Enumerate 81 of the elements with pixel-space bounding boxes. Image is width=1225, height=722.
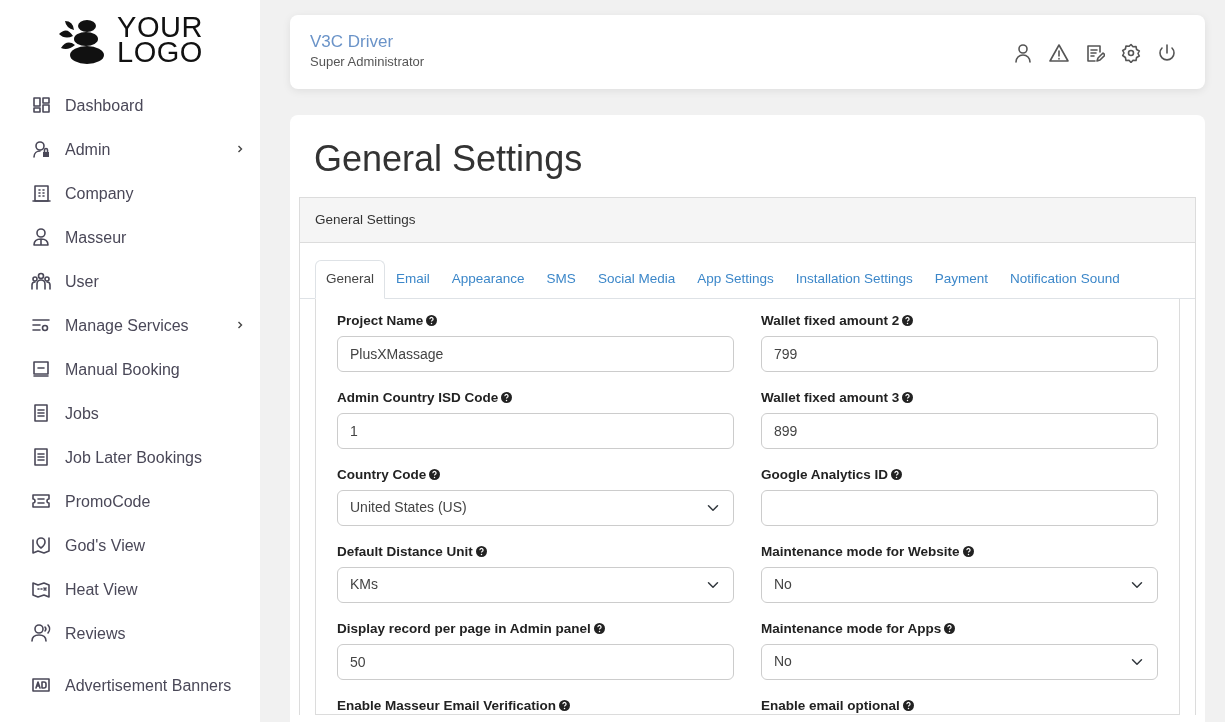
logo-text: LOGO: [117, 40, 203, 65]
tab[interactable]: App Settings: [686, 260, 785, 299]
tab[interactable]: Installation Settings: [784, 260, 924, 299]
help-icon: [426, 315, 438, 327]
logo-text: YOUR: [117, 15, 203, 40]
field-label: Maintenance mode for Website: [761, 543, 960, 560]
text-field[interactable]: [761, 489, 1158, 526]
user-lock-icon: [31, 139, 51, 159]
ticket-icon: [31, 491, 51, 511]
book-icon: [31, 359, 51, 379]
help-icon: [559, 700, 571, 712]
field-label: Enable email optional: [761, 697, 900, 714]
warning-icon: [1049, 42, 1069, 63]
sidebar-item[interactable]: Masseur: [0, 215, 260, 259]
help-icon: [891, 469, 903, 481]
help-icon: [429, 469, 441, 481]
help-icon: [475, 546, 487, 558]
edit-note-icon: [1085, 42, 1105, 63]
sidebar-item[interactable]: Heat View: [0, 567, 260, 611]
dropdown[interactable]: United States (US): [337, 489, 734, 526]
field-label: Wallet fixed amount 3: [761, 389, 900, 406]
field-label: Default Distance Unit: [337, 543, 473, 560]
number-field[interactable]: 799: [761, 335, 1158, 372]
grid-icon: [31, 95, 51, 115]
user-role: Super Administrator: [310, 53, 425, 72]
sidebar-item[interactable]: Manage Services: [0, 303, 260, 347]
sidebar-item[interactable]: PromoCode: [0, 479, 260, 523]
sidebar-item[interactable]: Dashboard: [0, 83, 260, 127]
field-label: Project Name: [337, 312, 424, 329]
user-voice-icon: [31, 623, 51, 643]
tab[interactable]: Notification Sound: [999, 260, 1131, 299]
panel-header: General Settings: [300, 198, 1195, 244]
map-icon: [31, 579, 51, 599]
tab[interactable]: Social Media: [586, 260, 687, 299]
help-icon: [501, 392, 513, 404]
field-label: Enable Masseur Email Verification: [337, 697, 557, 714]
help-icon: [593, 623, 605, 635]
sidebar-item[interactable]: Jobs: [0, 391, 260, 435]
number-field[interactable]: 899: [761, 412, 1158, 449]
user-icon: [1013, 42, 1033, 63]
sidebar-item[interactable]: Manual Booking: [0, 347, 260, 391]
sidebar-item[interactable]: Reviews: [0, 611, 260, 655]
tab[interactable]: SMS: [535, 260, 587, 299]
tab[interactable]: Email: [385, 260, 441, 299]
sidebar-item[interactable]: User: [0, 259, 260, 303]
sidebar-item[interactable]: God's View: [0, 523, 260, 567]
field-label: Google Analytics ID: [761, 466, 889, 483]
help-icon: [902, 315, 914, 327]
number-field[interactable]: 1: [337, 412, 734, 449]
help-icon: [944, 623, 956, 635]
dropdown[interactable]: No: [761, 643, 1158, 680]
field-label: Wallet fixed amount 2: [761, 312, 900, 329]
tab[interactable]: Appearance: [440, 260, 536, 299]
help-icon: [902, 392, 914, 404]
help-icon: [902, 700, 914, 712]
number-field[interactable]: 50: [337, 643, 734, 680]
field-label: Maintenance mode for Apps: [761, 620, 942, 637]
sidebar-item[interactable]: Advertisement Banners: [0, 655, 260, 715]
tab[interactable]: General: [315, 260, 386, 299]
user-icon: [31, 227, 51, 247]
document-icon: [31, 447, 51, 467]
field-label: Admin Country ISD Code: [337, 389, 499, 406]
sidebar-item[interactable]: Admin: [0, 127, 260, 171]
tab[interactable]: Payment: [923, 260, 1000, 299]
document-icon: [31, 403, 51, 423]
help-icon: [962, 546, 974, 558]
building-icon: [31, 183, 51, 203]
settings-icon: [1121, 42, 1141, 63]
user-name: V3C Driver: [310, 32, 395, 53]
sidebar-item[interactable]: Company: [0, 171, 260, 215]
dropdown[interactable]: KMs: [337, 566, 734, 603]
ad-icon: [31, 675, 51, 695]
group-icon: [31, 271, 51, 291]
text-field[interactable]: PlusXMassage: [337, 335, 734, 372]
sidebar-item[interactable]: Job Later Bookings: [0, 435, 260, 479]
dropdown[interactable]: No: [761, 566, 1158, 603]
power-icon: [1157, 42, 1177, 63]
field-label: Country Code: [337, 466, 427, 483]
map-pin-icon: [31, 535, 51, 555]
field-label: Display record per page in Admin panel: [337, 620, 591, 637]
page-title: General Settings: [314, 137, 584, 181]
